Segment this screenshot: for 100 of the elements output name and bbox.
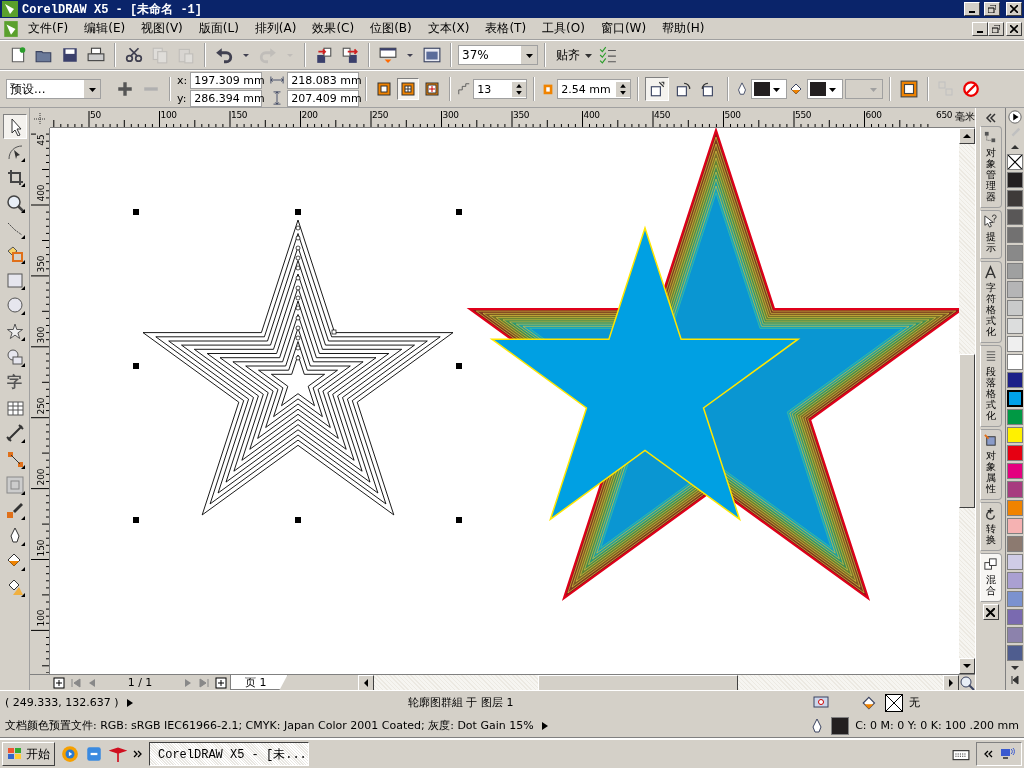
text-tool-button[interactable]: 字 bbox=[2, 369, 27, 395]
fill-color-picker[interactable] bbox=[807, 79, 844, 99]
docker-tab[interactable]: 段落格式化 bbox=[979, 345, 1002, 427]
selection-handle[interactable] bbox=[456, 363, 462, 369]
close-button[interactable] bbox=[982, 604, 999, 620]
menu-item[interactable]: 文件(F) bbox=[20, 20, 77, 37]
height-field[interactable]: 207.409 mm bbox=[287, 89, 360, 107]
scissors-icon[interactable] bbox=[125, 46, 143, 64]
menu-item[interactable]: 帮助(H) bbox=[654, 20, 713, 37]
close-button[interactable] bbox=[1006, 21, 1022, 36]
export-icon[interactable] bbox=[341, 46, 359, 64]
menu-item[interactable]: 视图(V) bbox=[133, 20, 191, 37]
steps-field[interactable]: 13 bbox=[473, 79, 528, 99]
save-icon[interactable] bbox=[61, 46, 79, 64]
checklist-icon[interactable] bbox=[599, 46, 617, 64]
menu-item[interactable]: 位图(B) bbox=[362, 20, 420, 37]
outline-color-picker[interactable] bbox=[751, 79, 788, 99]
taskbar-window-button[interactable]: CorelDRAW X5 - [未... bbox=[149, 742, 309, 766]
color-swatch[interactable] bbox=[1007, 390, 1023, 407]
menu-item[interactable]: 编辑(E) bbox=[76, 20, 134, 37]
undo-icon[interactable] bbox=[215, 46, 233, 64]
color-swatch[interactable] bbox=[1007, 208, 1023, 225]
color-swatch[interactable] bbox=[1007, 590, 1023, 607]
color-swatch[interactable] bbox=[1007, 481, 1023, 498]
width-field[interactable]: 218.083 mm bbox=[287, 71, 360, 89]
y-field[interactable]: 286.394 mm bbox=[190, 89, 263, 107]
vertical-scrollbar[interactable] bbox=[959, 128, 975, 674]
color-swatch[interactable] bbox=[1007, 645, 1023, 662]
import-icon[interactable] bbox=[315, 46, 333, 64]
restore-button[interactable] bbox=[984, 2, 1000, 16]
start-button[interactable]: 开始 bbox=[2, 742, 55, 766]
window-icon[interactable] bbox=[423, 46, 441, 64]
close-button[interactable] bbox=[1006, 2, 1022, 16]
selection-handle[interactable] bbox=[295, 517, 301, 523]
selection-handle[interactable] bbox=[456, 209, 462, 215]
color-swatch[interactable] bbox=[1007, 554, 1023, 571]
color-swatch[interactable] bbox=[1007, 244, 1023, 262]
minimize-button[interactable] bbox=[964, 2, 980, 16]
selection-handle[interactable] bbox=[456, 517, 462, 523]
chevron-icon[interactable] bbox=[983, 749, 993, 759]
color-swatch[interactable] bbox=[1007, 172, 1023, 189]
docker-tab[interactable]: 提示 bbox=[979, 210, 1002, 259]
add-page-icon[interactable] bbox=[215, 676, 227, 689]
play-icon[interactable] bbox=[1008, 110, 1022, 124]
color-swatch[interactable] bbox=[1007, 354, 1023, 371]
selection-handle[interactable] bbox=[133, 517, 139, 523]
docker-tab[interactable]: 混合 bbox=[979, 553, 1002, 602]
last-icon[interactable] bbox=[1010, 675, 1020, 686]
chevron-icon[interactable] bbox=[133, 749, 143, 759]
color-swatch[interactable] bbox=[1007, 335, 1023, 353]
color-swatch[interactable] bbox=[1007, 299, 1023, 316]
docker-tab[interactable]: 转换 bbox=[979, 502, 1002, 551]
restore-button[interactable] bbox=[988, 21, 1004, 36]
network-icon[interactable] bbox=[999, 746, 1015, 762]
color-swatch[interactable] bbox=[1007, 408, 1023, 425]
launcher-icon[interactable] bbox=[379, 46, 397, 64]
color-swatch[interactable] bbox=[1007, 463, 1023, 480]
x-field[interactable]: 197.309 mm bbox=[190, 71, 263, 89]
color-blend-icon[interactable] bbox=[674, 80, 693, 98]
color-swatch[interactable] bbox=[1007, 626, 1023, 644]
color-swatch[interactable] bbox=[1007, 226, 1023, 243]
monitor-icon[interactable] bbox=[813, 694, 829, 711]
pick-tool-button[interactable] bbox=[2, 114, 27, 139]
color-swatch[interactable] bbox=[1007, 263, 1023, 280]
minimize-button[interactable] bbox=[972, 21, 988, 36]
horizontal-scrollbar[interactable] bbox=[357, 674, 959, 691]
color-swatch[interactable] bbox=[1007, 317, 1023, 334]
color-swatch[interactable] bbox=[1007, 499, 1023, 516]
menu-item[interactable]: 窗口(W) bbox=[592, 20, 655, 37]
selection-handle[interactable] bbox=[133, 363, 139, 369]
contour-direction-icon[interactable] bbox=[424, 81, 441, 97]
acceleration-icon[interactable] bbox=[900, 80, 919, 98]
color-swatch[interactable] bbox=[1007, 608, 1023, 625]
offset-field[interactable]: 2.54 mm bbox=[557, 79, 632, 99]
menu-item[interactable]: 效果(C) bbox=[304, 20, 363, 37]
menu-item[interactable]: 工具(O) bbox=[534, 20, 593, 37]
snap-dropdown[interactable]: 贴齐 bbox=[552, 46, 597, 64]
color-swatch[interactable] bbox=[1007, 517, 1023, 534]
menu-item[interactable]: 版面(L) bbox=[190, 20, 247, 37]
color-swatch[interactable] bbox=[1007, 372, 1023, 389]
color-swatch[interactable] bbox=[1007, 572, 1023, 589]
docker-tab[interactable]: 字符格式化 bbox=[979, 261, 1002, 343]
selection-handle[interactable] bbox=[295, 209, 301, 215]
clear-contour-icon[interactable] bbox=[962, 80, 981, 98]
menu-item[interactable]: 表格(T) bbox=[477, 20, 535, 37]
no-color-swatch[interactable] bbox=[1007, 154, 1023, 171]
color-swatch[interactable] bbox=[1007, 190, 1023, 207]
up-arrow-icon[interactable] bbox=[1010, 142, 1020, 152]
new-document-icon[interactable] bbox=[9, 46, 27, 64]
docker-tab[interactable]: 对象管理器 bbox=[979, 126, 1002, 208]
contour-direction-icon[interactable] bbox=[376, 81, 393, 97]
menu-item[interactable]: 文本(X) bbox=[419, 20, 478, 37]
zoom-dropdown[interactable]: 37% bbox=[458, 45, 538, 65]
page-tab[interactable]: 页 1 bbox=[230, 675, 288, 690]
color-swatch[interactable] bbox=[1007, 281, 1023, 298]
add-page-icon[interactable] bbox=[53, 676, 65, 689]
contour-nodes-drawing[interactable] bbox=[295, 225, 337, 361]
arrow-icon[interactable] bbox=[539, 720, 550, 731]
color-swatch[interactable] bbox=[1007, 535, 1023, 553]
docker-tab[interactable]: 对象属性 bbox=[979, 429, 1002, 500]
